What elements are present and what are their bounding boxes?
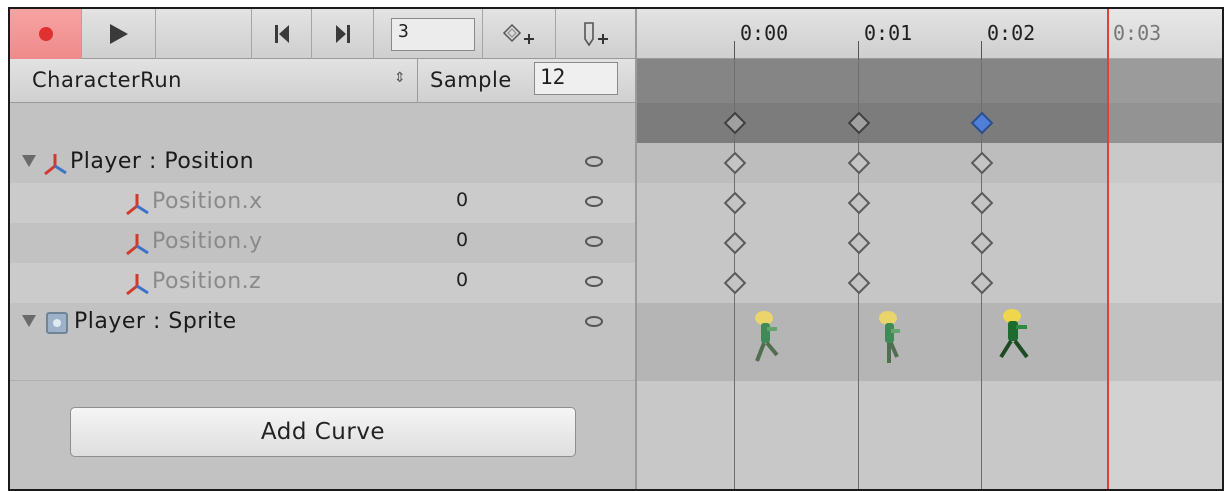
property-panel: 3 CharacterRun ⇕ Sample 12 Player: Posi… xyxy=(10,9,635,489)
sprite-keyframe-thumbnail[interactable] xyxy=(997,307,1031,367)
property-label: Player : Position xyxy=(70,149,255,174)
animation-window: 3 CharacterRun ⇕ Sample 12 Player: Posi… xyxy=(8,7,1224,491)
record-icon xyxy=(38,27,53,41)
dropdown-arrows-icon: ⇕ xyxy=(394,70,407,86)
tick-mark xyxy=(734,41,735,59)
record-button[interactable] xyxy=(10,9,82,59)
curve-visibility-icon[interactable] xyxy=(585,276,603,287)
property-row-position-z[interactable]: Position.z 0 xyxy=(10,263,635,303)
property-label: Position.y xyxy=(152,229,263,254)
sample-rate-input[interactable]: 12 xyxy=(534,62,618,95)
tick-mark xyxy=(981,41,982,59)
transform-axis-icon xyxy=(126,234,149,256)
property-value[interactable]: 0 xyxy=(456,229,469,251)
sprite-keyframe-thumbnail[interactable] xyxy=(875,309,909,369)
property-row-position[interactable]: Player : Position xyxy=(10,143,635,183)
timeline-panel[interactable]: 0:00 0:01 0:02 0:03 xyxy=(635,9,1222,489)
transform-axis-icon xyxy=(126,274,149,296)
prev-key-icon xyxy=(274,25,289,43)
animation-toolbar: 3 xyxy=(10,9,635,59)
property-label: Position.z xyxy=(152,269,262,294)
add-event-button[interactable] xyxy=(556,9,635,59)
add-keyframe-button[interactable] xyxy=(482,9,556,59)
clip-name: CharacterRun xyxy=(32,68,182,92)
next-key-icon xyxy=(335,25,350,43)
sample-label: Sample xyxy=(430,68,512,92)
add-keyframe-icon xyxy=(502,23,534,44)
add-curve-button[interactable]: Add Curve xyxy=(70,407,576,457)
curve-visibility-icon[interactable] xyxy=(585,316,603,327)
property-value[interactable]: 0 xyxy=(456,189,469,211)
property-row-sprite[interactable]: Player : Sprite xyxy=(10,303,635,381)
toolbar-spacer xyxy=(156,9,252,59)
tick-mark xyxy=(858,41,859,59)
play-icon xyxy=(109,24,128,44)
sprite-renderer-icon xyxy=(46,312,68,334)
play-button[interactable] xyxy=(82,9,156,59)
property-value[interactable]: 0 xyxy=(456,269,469,291)
property-row-position-y[interactable]: Position.y 0 xyxy=(10,223,635,263)
prev-keyframe-button[interactable] xyxy=(252,9,312,59)
transform-axis-icon xyxy=(44,154,67,176)
add-event-icon xyxy=(583,22,608,47)
out-of-range-overlay xyxy=(1107,9,1222,489)
tick-label: 0:00 xyxy=(740,21,789,45)
foldout-triangle-icon[interactable] xyxy=(22,155,36,167)
clip-dropdown[interactable]: CharacterRun ⇕ xyxy=(10,59,418,102)
clip-row: CharacterRun ⇕ Sample 12 xyxy=(10,59,635,103)
next-keyframe-button[interactable] xyxy=(312,9,374,59)
foldout-triangle-icon[interactable] xyxy=(22,315,36,327)
frame-number-input[interactable]: 3 xyxy=(391,18,475,51)
property-label: Player : Sprite xyxy=(74,309,237,334)
curve-visibility-icon[interactable] xyxy=(585,156,603,167)
transform-axis-icon xyxy=(126,194,149,216)
tick-label: 0:01 xyxy=(864,21,913,45)
sprite-keyframe-thumbnail[interactable] xyxy=(751,309,785,369)
curve-visibility-icon[interactable] xyxy=(585,236,603,247)
curve-visibility-icon[interactable] xyxy=(585,196,603,207)
playhead-line[interactable] xyxy=(1107,9,1109,489)
tick-label: 0:02 xyxy=(987,21,1036,45)
property-label: Position.x xyxy=(152,189,263,214)
property-row-position-x[interactable]: Position.x 0 xyxy=(10,183,635,223)
